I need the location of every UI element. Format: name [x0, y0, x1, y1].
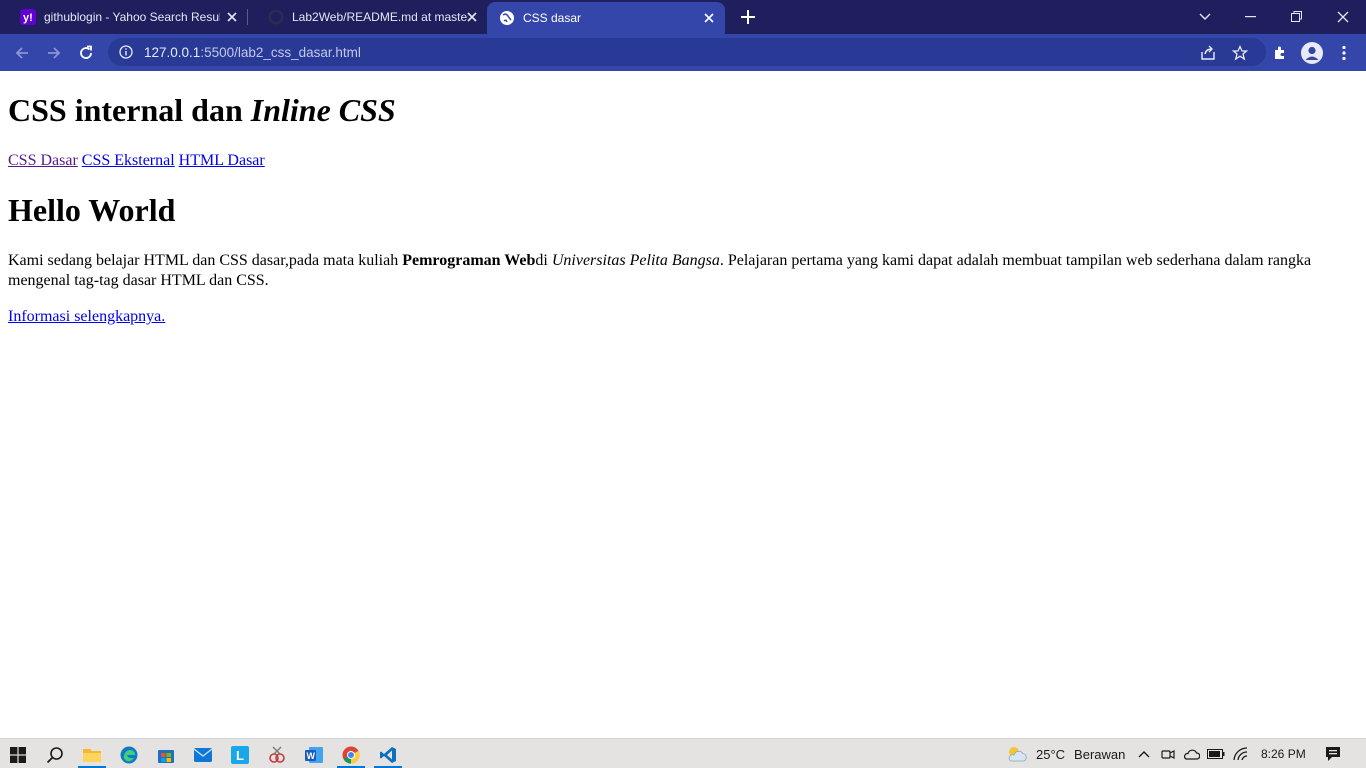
tab-title: Lab2Web/README.md at master · — [292, 10, 468, 24]
browser-tab-strip: y! githublogin - Yahoo Search Results La… — [0, 0, 1366, 34]
meet-now-icon[interactable] — [1159, 745, 1177, 763]
address-bar[interactable]: 127.0.0.1:5500/lab2_css_dasar.html — [108, 38, 1266, 66]
snipping-tool-icon[interactable] — [259, 741, 295, 768]
minimize-button[interactable] — [1228, 0, 1274, 34]
store-icon[interactable] — [148, 741, 184, 768]
share-icon[interactable] — [1194, 39, 1222, 67]
page-title-italic: Inline CSS — [250, 92, 396, 128]
edge-browser-icon[interactable] — [111, 741, 147, 768]
bookmark-star-icon[interactable] — [1226, 39, 1254, 67]
more-info-paragraph: Informasi selengkapnya. — [8, 307, 165, 327]
search-icon[interactable] — [37, 741, 73, 768]
site-info-icon[interactable] — [118, 44, 134, 60]
url-host: 127.0.0.1 — [144, 44, 201, 60]
url-text: 127.0.0.1:5500/lab2_css_dasar.html — [144, 45, 361, 60]
browser-toolbar: 127.0.0.1:5500/lab2_css_dasar.html — [0, 34, 1366, 71]
clock-time: 8:26 PM — [1261, 747, 1306, 761]
svg-text:W: W — [307, 751, 316, 761]
mail-icon[interactable] — [185, 741, 221, 768]
url-path: :5500/lab2_css_dasar.html — [200, 44, 361, 60]
taskbar-clock[interactable]: 8:26 PM — [1261, 739, 1306, 768]
page-title-plain: CSS internal dan — [8, 92, 251, 128]
link-css-dasar[interactable]: CSS Dasar — [8, 152, 78, 169]
link-html-dasar[interactable]: HTML Dasar — [179, 152, 265, 169]
weather-cloud-icon[interactable] — [1005, 745, 1029, 763]
tab-github-readme[interactable]: Lab2Web/README.md at master · — [248, 0, 488, 34]
tab-search-button[interactable] — [1182, 0, 1228, 34]
close-tab-icon[interactable] — [464, 9, 480, 25]
close-tab-icon[interactable] — [701, 10, 717, 26]
close-window-button[interactable] — [1320, 0, 1366, 34]
para-bold: Pemrograman Web — [402, 252, 536, 269]
forward-button[interactable] — [40, 39, 68, 67]
yahoo-icon: y! — [20, 9, 36, 25]
restore-button[interactable] — [1274, 0, 1320, 34]
windows-taskbar: L W 25°C Berawan 8:26 PM — [0, 738, 1366, 768]
nav-links: CSS Dasar CSS Eksternal HTML Dasar — [8, 152, 265, 170]
globe-icon — [499, 10, 515, 26]
intro-paragraph: Kami sedang belajar HTML dan CSS dasar,p… — [8, 251, 1360, 291]
reload-button[interactable] — [72, 39, 100, 67]
onedrive-cloud-icon[interactable] — [1182, 745, 1200, 763]
github-icon — [268, 9, 284, 25]
battery-icon[interactable] — [1207, 745, 1225, 763]
chevron-up-icon[interactable] — [1135, 745, 1153, 763]
link-css-eksternal[interactable]: CSS Eksternal — [82, 152, 175, 169]
notification-center-icon[interactable] — [1324, 745, 1342, 763]
vscode-icon[interactable] — [370, 741, 406, 768]
tab-css-dasar[interactable]: CSS dasar — [487, 2, 725, 34]
tab-yahoo-search[interactable]: y! githublogin - Yahoo Search Results — [0, 0, 248, 34]
more-menu-icon[interactable] — [1330, 39, 1358, 67]
extensions-icon[interactable] — [1266, 39, 1294, 67]
start-button[interactable] — [0, 741, 36, 768]
back-button[interactable] — [8, 39, 36, 67]
new-tab-button[interactable] — [737, 6, 759, 28]
tab-title: githublogin - Yahoo Search Results — [44, 10, 220, 24]
wifi-icon[interactable] — [1232, 745, 1250, 763]
word-icon[interactable]: W — [296, 741, 332, 768]
close-tab-icon[interactable] — [224, 9, 240, 25]
web-page: CSS internal dan Inline CSS CSS Dasar CS… — [0, 71, 1366, 738]
weather-widget[interactable]: 25°C Berawan — [1036, 739, 1125, 768]
launcher-l-icon[interactable]: L — [222, 741, 258, 768]
chrome-icon[interactable] — [333, 741, 369, 768]
weather-description: Berawan — [1074, 746, 1126, 762]
more-info-link[interactable]: Informasi selengkapnya. — [8, 308, 165, 325]
tab-title: CSS dasar — [523, 11, 582, 25]
para-text-2: di — [535, 252, 552, 269]
svg-text:L: L — [236, 748, 244, 763]
para-text-1: Kami sedang belajar HTML dan CSS dasar,p… — [8, 252, 403, 269]
profile-avatar-icon[interactable] — [1298, 39, 1326, 67]
file-explorer-icon[interactable] — [74, 741, 110, 768]
para-italic: Universitas Pelita Bangsa — [551, 252, 720, 269]
hello-heading: Hello World — [8, 192, 176, 228]
page-title: CSS internal dan Inline CSS — [8, 92, 396, 129]
svg-text:y!: y! — [23, 12, 33, 24]
weather-temperature: 25°C — [1036, 746, 1066, 762]
